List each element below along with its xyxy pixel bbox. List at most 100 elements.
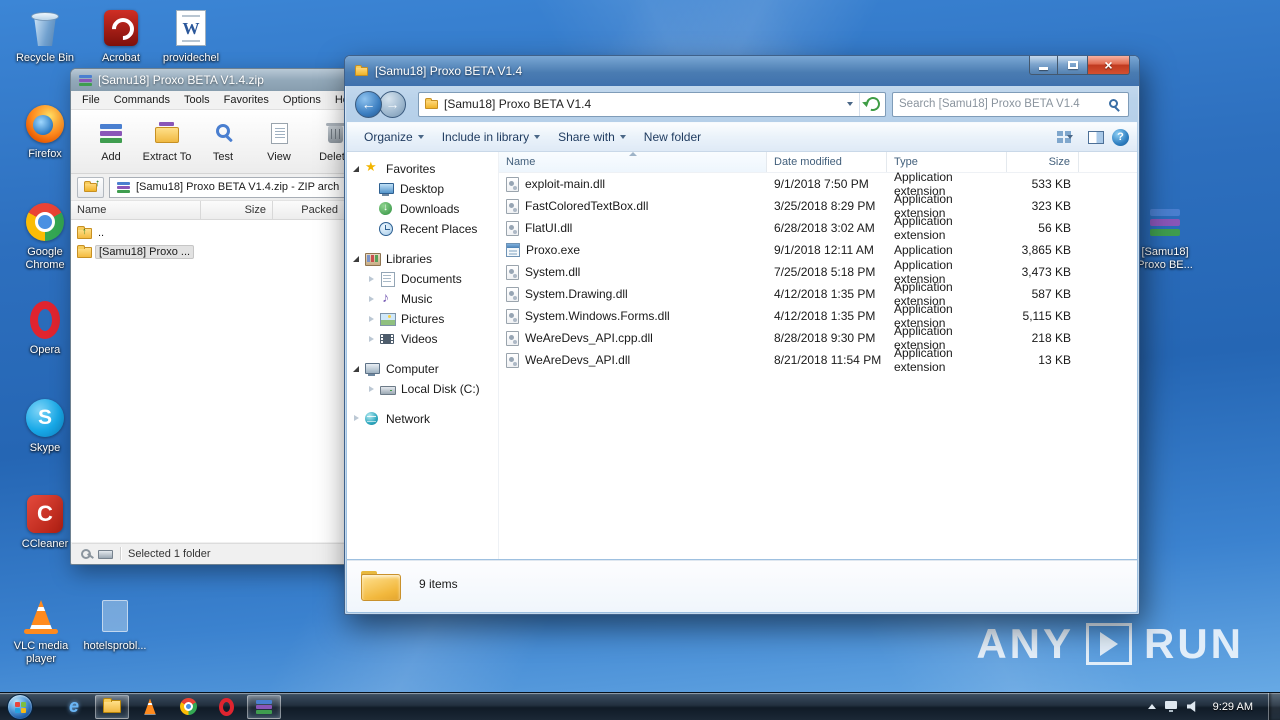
desktop-icon-vlc[interactable]: VLC media player	[4, 594, 78, 666]
explorer-titlebar[interactable]: [Samu18] Proxo BETA V1.4	[345, 56, 1139, 86]
column-header-size[interactable]: Size	[201, 201, 273, 219]
sidebar-section-network[interactable]: Network	[347, 408, 498, 429]
taskbar: 9:29 AM	[0, 692, 1280, 720]
expand-arrow-icon[interactable]	[367, 385, 376, 394]
menu-item-tools[interactable]: Tools	[177, 92, 217, 108]
explorer-column-headers: Name Date modified Type Size	[499, 152, 1137, 173]
sidebar-section-computer[interactable]: Computer	[347, 358, 498, 379]
menu-item-options[interactable]: Options	[276, 92, 328, 108]
column-header-date-modified[interactable]: Date modified	[767, 152, 887, 172]
network-globe-icon	[364, 411, 381, 427]
sidebar-item-recent-places[interactable]: Recent Places	[347, 219, 498, 239]
expand-arrow-icon[interactable]	[367, 275, 376, 284]
taskbar-button-opera[interactable]	[209, 695, 243, 719]
search-box[interactable]	[892, 91, 1129, 117]
volume-tray-icon[interactable]	[1186, 701, 1196, 712]
file-date: 8/28/2018 9:30 PM	[774, 331, 876, 345]
network-tray-icon[interactable]	[1164, 701, 1178, 712]
desktop-icon-hotelsprobl[interactable]: hotelsprobl...	[78, 594, 152, 653]
expand-arrow-icon[interactable]	[352, 254, 361, 263]
expand-arrow-icon[interactable]	[367, 295, 376, 304]
address-dropdown-icon[interactable]	[847, 102, 853, 106]
column-header-size[interactable]: Size	[1007, 152, 1079, 172]
show-hidden-icons-chevron[interactable]	[1147, 704, 1156, 709]
maximize-button[interactable]	[1058, 56, 1087, 75]
sidebar-item-downloads[interactable]: Downloads	[347, 199, 498, 219]
address-bar[interactable]: [Samu18] Proxo BETA V1.4	[418, 91, 886, 117]
taskbar-button-internet-explorer[interactable]	[57, 695, 91, 719]
file-name: System.Windows.Forms.dll	[525, 309, 670, 323]
desktop-icon-recycle-bin[interactable]: Recycle Bin	[8, 6, 82, 65]
close-button[interactable]	[1087, 56, 1130, 75]
desktop-icon-providechel[interactable]: providechel	[154, 6, 228, 65]
desktop-icon-label: VLC media player	[13, 640, 69, 665]
file-row[interactable]: System.Windows.Forms.dll 4/12/2018 1:35 …	[499, 302, 1137, 330]
refresh-button[interactable]	[859, 92, 885, 116]
preview-pane-icon[interactable]	[1088, 130, 1104, 144]
expand-arrow-icon[interactable]	[352, 164, 361, 173]
clock[interactable]: 9:29 AM	[1207, 701, 1259, 713]
include-in-library-button[interactable]: Include in library	[433, 126, 549, 148]
taskbar-button-vlc[interactable]	[133, 695, 167, 719]
statusbar-separator	[120, 547, 121, 560]
organize-button[interactable]: Organize	[355, 126, 433, 148]
file-row[interactable]: Proxo.exe 9/1/2018 12:11 AM Application …	[499, 239, 1137, 261]
share-with-button[interactable]: Share with	[549, 126, 635, 148]
taskbar-button-winrar[interactable]	[247, 694, 281, 719]
start-button[interactable]	[7, 693, 33, 720]
sidebar-item-desktop[interactable]: Desktop	[347, 179, 498, 199]
change-view-button[interactable]	[1052, 128, 1088, 146]
file-row[interactable]: WeAreDevs_API.dll 8/21/2018 11:54 PM App…	[499, 346, 1137, 374]
show-desktop-button[interactable]	[1268, 693, 1280, 720]
winrar-title: [Samu18] Proxo BETA V1.4.zip	[98, 73, 264, 87]
back-button[interactable]	[355, 90, 382, 118]
extract-to-button[interactable]: Extract To	[139, 115, 195, 163]
sidebar-section-libraries[interactable]: Libraries	[347, 248, 498, 269]
view-button[interactable]: View	[251, 115, 307, 163]
sidebar-item-local-disk-c[interactable]: Local Disk (C:)	[347, 379, 498, 399]
refresh-icon	[863, 94, 882, 114]
dll-file-icon	[506, 264, 519, 280]
sidebar-item-documents[interactable]: Documents	[347, 269, 498, 289]
pictures-icon	[379, 311, 396, 327]
help-icon[interactable]: ?	[1112, 128, 1129, 146]
sidebar-section-favorites[interactable]: Favorites	[347, 158, 498, 179]
expand-arrow-icon[interactable]	[352, 364, 361, 373]
test-button[interactable]: Test	[195, 115, 251, 163]
big-folder-icon	[361, 571, 401, 601]
taskbar-button-windows-explorer[interactable]	[95, 694, 129, 719]
up-one-level-button[interactable]	[77, 176, 104, 198]
column-label: Date modified	[774, 156, 842, 168]
dll-file-icon	[506, 308, 519, 324]
file-row[interactable]: System.Drawing.dll 4/12/2018 1:35 PM App…	[499, 280, 1137, 308]
address-text: [Samu18] Proxo BETA V1.4	[444, 97, 592, 111]
expand-arrow-icon[interactable]	[367, 335, 376, 344]
documents-icon	[379, 271, 396, 287]
file-row[interactable]: System.dll 7/25/2018 5:18 PM Application…	[499, 258, 1137, 286]
column-header-packed[interactable]: Packed	[273, 201, 345, 219]
column-header-name[interactable]: Name	[71, 201, 201, 219]
expand-arrow-icon[interactable]	[367, 315, 376, 324]
menu-item-favorites[interactable]: Favorites	[217, 92, 276, 108]
file-row[interactable]: exploit-main.dll 9/1/2018 7:50 PM Applic…	[499, 170, 1137, 198]
file-row[interactable]: WeAreDevs_API.cpp.dll 8/28/2018 9:30 PM …	[499, 324, 1137, 352]
file-row[interactable]: FastColoredTextBox.dll 3/25/2018 8:29 PM…	[499, 192, 1137, 220]
add-button[interactable]: Add	[83, 115, 139, 163]
menu-item-commands[interactable]: Commands	[107, 92, 177, 108]
minimize-button[interactable]	[1029, 56, 1058, 75]
file-size: 56 KB	[1038, 221, 1071, 235]
expand-arrow-icon[interactable]	[352, 414, 361, 423]
sidebar-item-videos[interactable]: Videos	[347, 329, 498, 349]
chevron-down-icon	[417, 135, 424, 139]
taskbar-button-chrome[interactable]	[171, 695, 205, 719]
column-header-name[interactable]: Name	[499, 152, 767, 172]
sidebar-item-pictures[interactable]: Pictures	[347, 309, 498, 329]
new-folder-button[interactable]: New folder	[635, 126, 710, 148]
menu-item-file[interactable]: File	[75, 92, 107, 108]
column-header-type[interactable]: Type	[887, 152, 1007, 172]
forward-button[interactable]	[379, 90, 406, 118]
sidebar-item-music[interactable]: Music	[347, 289, 498, 309]
desktop-icon-acrobat[interactable]: Acrobat	[84, 6, 158, 65]
search-input[interactable]	[899, 98, 1103, 110]
file-row[interactable]: FlatUI.dll 6/28/2018 3:02 AM Application…	[499, 214, 1137, 242]
